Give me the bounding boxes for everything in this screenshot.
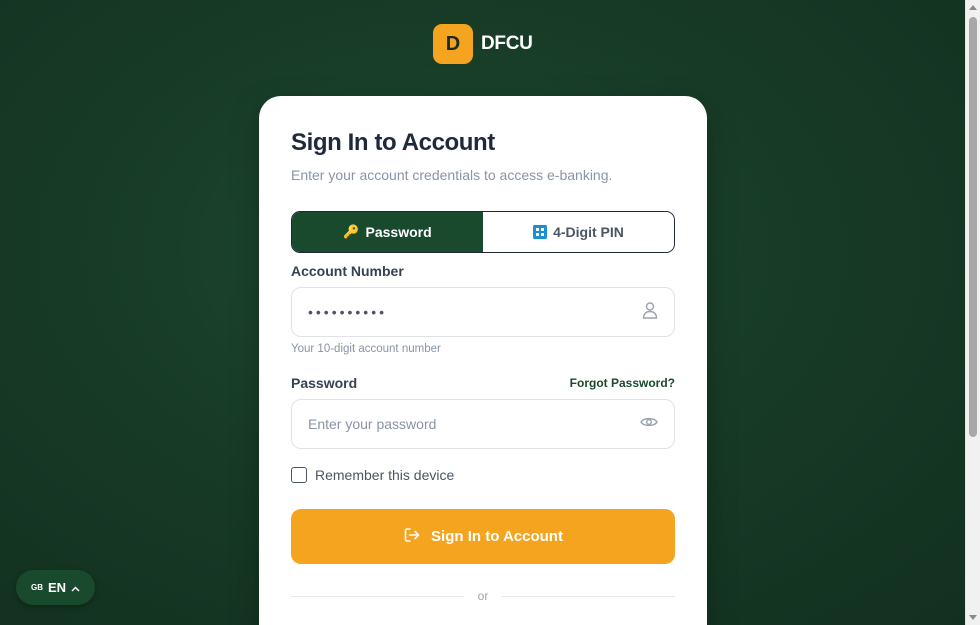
- scroll-up-arrow-icon[interactable]: [969, 5, 977, 10]
- or-divider: or: [291, 589, 676, 603]
- remember-device-label[interactable]: Remember this device: [315, 467, 454, 483]
- pin-keypad-icon: [533, 225, 548, 239]
- tab-pin[interactable]: 4-Digit PIN: [483, 212, 674, 252]
- account-label-row: Account Number: [291, 263, 675, 279]
- account-number-label: Account Number: [291, 263, 404, 279]
- password-field[interactable]: [291, 399, 675, 449]
- account-number-hint: Your 10-digit account number: [291, 343, 441, 355]
- page-scrollbar[interactable]: [965, 0, 980, 625]
- gb-flag-icon: GB: [30, 583, 43, 592]
- password-input[interactable]: [308, 416, 608, 432]
- brand-name: DFCU: [481, 33, 533, 54]
- tab-pin-label: 4-Digit PIN: [553, 224, 624, 240]
- sign-in-button-label: Sign In to Account: [431, 528, 563, 545]
- logo-mark: D: [433, 24, 473, 64]
- account-number-input[interactable]: [308, 304, 608, 320]
- password-label-row: Password Forgot Password?: [291, 375, 675, 391]
- auth-method-tabs: 🔑 Password 4-Digit PIN: [291, 211, 675, 253]
- tab-password[interactable]: 🔑 Password: [292, 212, 483, 252]
- brand-logo: D DFCU: [433, 24, 533, 64]
- sign-in-button[interactable]: Sign In to Account: [291, 509, 675, 564]
- language-code: EN: [47, 580, 67, 595]
- eye-icon[interactable]: [640, 415, 658, 433]
- tab-password-label: Password: [365, 224, 432, 240]
- account-number-field[interactable]: [291, 287, 675, 337]
- forgot-password-link[interactable]: Forgot Password?: [570, 376, 675, 390]
- remember-device-checkbox[interactable]: [291, 467, 307, 483]
- password-label: Password: [291, 375, 358, 391]
- page-subtitle: Enter your account credentials to access…: [291, 167, 613, 183]
- remember-device-row: Remember this device: [291, 467, 675, 483]
- user-icon: [642, 301, 658, 324]
- scroll-down-arrow-icon[interactable]: [969, 615, 977, 620]
- page-title: Sign In to Account: [291, 129, 495, 156]
- sign-in-card: Sign In to Account Enter your account cr…: [259, 96, 707, 625]
- scrollbar-thumb[interactable]: [969, 17, 977, 437]
- login-icon: [403, 526, 421, 548]
- divider-line-right: [502, 595, 676, 597]
- chevron-up-icon: [71, 580, 80, 595]
- divider-line-left: [291, 595, 464, 597]
- language-selector[interactable]: GB EN: [16, 570, 95, 605]
- divider-text: or: [477, 589, 489, 603]
- key-icon: 🔑: [343, 224, 360, 239]
